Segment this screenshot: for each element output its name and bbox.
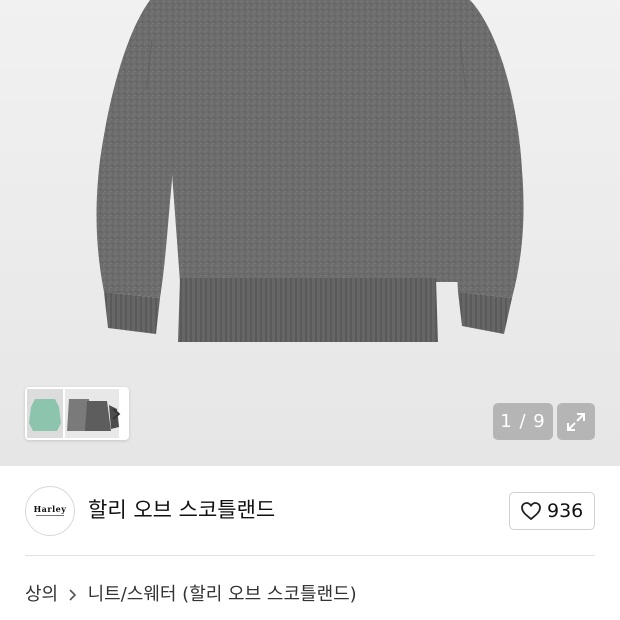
breadcrumb-separator — [64, 582, 82, 608]
product-detail-page: 1 / 9 Harley 할리 오브 스코틀랜드 936 상의 니트/스웨터 (… — [0, 0, 620, 620]
total-pages: 9 — [533, 411, 546, 432]
like-button[interactable]: 936 — [509, 492, 595, 530]
page-separator: / — [519, 411, 527, 432]
breadcrumb-item-knit-sweater[interactable]: 니트/스웨터 (할리 오브 스코틀랜드) — [88, 582, 357, 608]
chevron-right-icon — [69, 589, 76, 601]
brand-logo-text: Harley — [33, 504, 67, 514]
like-count: 936 — [547, 500, 584, 522]
brand-row: Harley 할리 오브 스코틀랜드 936 — [0, 466, 620, 556]
product-image-gallery[interactable]: 1 / 9 — [0, 0, 620, 466]
brand-logo[interactable]: Harley — [25, 486, 75, 536]
breadcrumb-item-tops[interactable]: 상의 — [25, 582, 58, 608]
current-page: 1 — [500, 411, 513, 432]
image-page-counter: 1 / 9 — [493, 403, 553, 440]
heart-icon — [521, 502, 541, 521]
brand-name[interactable]: 할리 오브 스코틀랜드 — [88, 496, 275, 524]
thumbnail-images — [27, 389, 121, 438]
expand-icon — [567, 413, 585, 431]
brand-logo-underline — [36, 515, 64, 516]
divider — [25, 555, 595, 556]
thumbnail-strip[interactable] — [25, 387, 129, 440]
expand-button[interactable] — [557, 403, 595, 440]
breadcrumb: 상의 니트/스웨터 (할리 오브 스코틀랜드) — [25, 582, 357, 608]
